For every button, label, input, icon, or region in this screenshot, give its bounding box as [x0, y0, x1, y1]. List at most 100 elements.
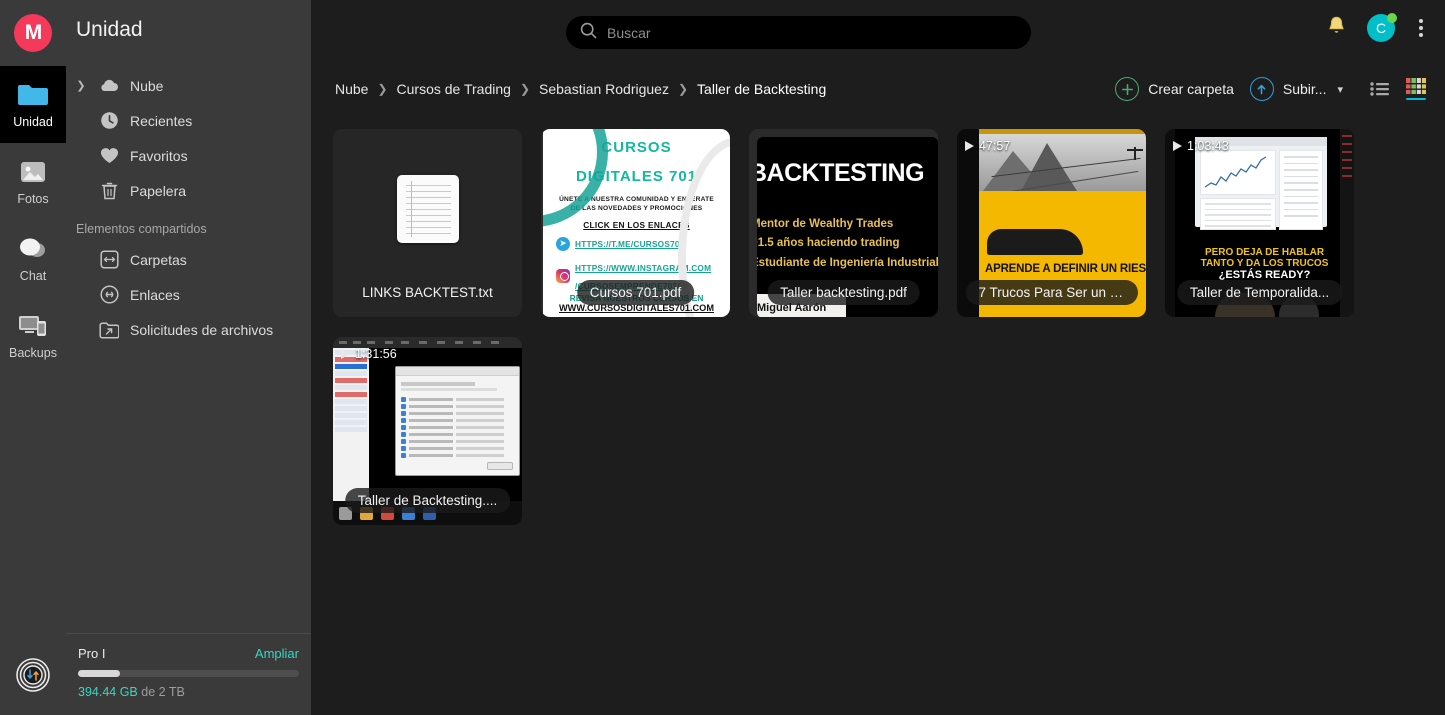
mega-drive-window: M Unidad Fotos [0, 0, 1445, 715]
sidebar-section-label: Elementos compartidos [66, 208, 311, 242]
grid-view-active-indicator [1406, 98, 1426, 100]
mega-logo[interactable]: M [14, 14, 52, 52]
chat-icon [16, 234, 50, 264]
file-card-txt[interactable]: LINKS BACKTEST.txt [333, 129, 522, 317]
breadcrumb-item[interactable]: Sebastian Rodriguez [539, 81, 669, 97]
folder-icon [16, 80, 50, 110]
video-caption-1: PERO DEJA DE HABLAR TANTO Y DA LOS TRUCO… [1175, 247, 1354, 269]
search-icon [580, 22, 597, 44]
chart-sparkline [1203, 155, 1271, 191]
upload-circle-icon [1250, 77, 1274, 101]
top-right-actions: C [1326, 14, 1427, 42]
sidebar-nav: ❯ Nube ❯ Recientes ❯ Favoritos [66, 68, 311, 347]
bell-icon[interactable] [1326, 15, 1347, 42]
storage-widget: Pro I Ampliar 394.44 GB de 2 TB [66, 633, 311, 715]
telegram-icon: ➤ [556, 237, 570, 251]
rail-item-unidad[interactable]: Unidad [0, 66, 66, 143]
play-icon [341, 349, 350, 359]
rail-item-label: Fotos [17, 192, 48, 206]
file-name: Taller de Temporalida... [1177, 280, 1342, 305]
breadcrumb-item[interactable]: Nube [335, 81, 368, 97]
avatar[interactable]: C [1367, 14, 1395, 42]
video-caption-1a: PERO DEJA DE HABLAR [1205, 247, 1324, 258]
plan-name: Pro I [78, 646, 105, 661]
search-bar[interactable] [566, 16, 1031, 49]
app-icon-rail: M Unidad Fotos [0, 0, 66, 715]
chevron-right-icon[interactable]: ❯ [74, 79, 88, 92]
upgrade-link[interactable]: Ampliar [255, 646, 299, 661]
pdf-bullet-3: Estudiante de Ingeniería Industrial [757, 255, 938, 272]
video-duration-badge: 1:03:43 [1173, 139, 1229, 153]
sidebar-item-enlaces[interactable]: ❯ Enlaces [66, 277, 311, 312]
play-icon [1173, 141, 1182, 151]
sidebar-item-label: Favoritos [130, 148, 188, 164]
sidebar-item-solicitudes[interactable]: ❯ Solicitudes de archivos [66, 312, 311, 347]
file-card-video-temporalidades[interactable]: PERO DEJA DE HABLAR TANTO Y DA LOS TRUCO… [1165, 129, 1354, 317]
create-folder-label: Crear carpeta [1148, 81, 1234, 97]
shared-folders-icon [98, 249, 120, 271]
chevron-down-icon[interactable]: ▾ [1337, 83, 1343, 96]
sidebar-item-recientes[interactable]: ❯ Recientes [66, 103, 311, 138]
heart-icon [98, 145, 120, 167]
file-grid: LINKS BACKTEST.txt CURSOS DIGITALES 701 … [311, 113, 1445, 715]
dialog-window [395, 366, 520, 476]
file-card-video-trucos[interactable]: APRENDE A DEFINIR UN RIESGO 47:57 7 Truc… [957, 129, 1146, 317]
sidebar-item-favoritos[interactable]: ❯ Favoritos [66, 138, 311, 173]
top-bar: C [311, 0, 1445, 65]
sidebar-item-label: Carpetas [130, 252, 187, 268]
file-name: Taller de Backtesting.... [345, 488, 511, 513]
cloud-icon [98, 75, 120, 97]
storage-progress-bar [78, 670, 299, 677]
sidebar-item-label: Nube [130, 78, 163, 94]
file-card-pdf-taller[interactable]: BACKTESTING Mentor de Wealthy Trades +1.… [749, 129, 938, 317]
transfers-icon [16, 658, 50, 697]
main-area: C Nube ❯ Cursos de Trading ❯ Sebastian R… [311, 0, 1445, 715]
search-input[interactable] [607, 25, 1017, 41]
video-caption: APRENDE A DEFINIR UN RIESGO [985, 263, 1146, 275]
plus-circle-icon [1115, 77, 1139, 101]
list-view-icon[interactable] [1369, 76, 1391, 102]
create-folder-button[interactable]: Crear carpeta [1115, 77, 1234, 101]
file-name: LINKS BACKTEST.txt [349, 280, 506, 305]
rail-item-label: Chat [20, 269, 46, 283]
status-dot [1387, 13, 1397, 23]
storage-of-label: de [141, 685, 155, 699]
grid-view-icon[interactable] [1405, 76, 1427, 102]
breadcrumb-item-current[interactable]: Taller de Backtesting [697, 81, 826, 97]
duration-text: 1:03:43 [1187, 139, 1229, 153]
rail-item-label: Backups [9, 346, 57, 360]
breadcrumb-item[interactable]: Cursos de Trading [397, 81, 511, 97]
pdf-bullet-2: +1.5 años haciendo trading [757, 235, 938, 252]
file-card-pdf-cursos[interactable]: CURSOS DIGITALES 701 ÚNETE A NUESTRA COM… [541, 129, 730, 317]
sidebar-item-carpetas[interactable]: ❯ Carpetas [66, 242, 311, 277]
text-document-icon [397, 175, 459, 243]
backups-icon [16, 311, 50, 341]
breadcrumb: Nube ❯ Cursos de Trading ❯ Sebastian Rod… [335, 81, 826, 97]
duration-text: 47:57 [979, 139, 1010, 153]
storage-quota-text: 394.44 GB de 2 TB [78, 685, 299, 699]
rail-item-backups[interactable]: Backups [0, 297, 66, 374]
doc-lines [406, 185, 451, 239]
upload-button[interactable]: Subir... ▾ [1250, 77, 1343, 101]
transfers-button[interactable] [0, 658, 66, 697]
rail-item-fotos[interactable]: Fotos [0, 143, 66, 220]
storage-progress-fill [78, 670, 120, 677]
breadcrumb-separator-icon: ❯ [520, 82, 530, 96]
breadcrumb-separator-icon: ❯ [377, 82, 387, 96]
breadcrumb-separator-icon: ❯ [678, 82, 688, 96]
upload-label: Subir... [1283, 81, 1327, 97]
video-duration-badge: 47:57 [965, 139, 1010, 153]
sidebar-item-nube[interactable]: ❯ Nube [66, 68, 311, 103]
file-request-icon [98, 319, 120, 341]
sidebar-item-papelera[interactable]: ❯ Papelera [66, 173, 311, 208]
sidebar-item-label: Enlaces [130, 287, 180, 303]
file-name: Taller backtesting.pdf [767, 280, 920, 305]
pdf-link-telegram: HTTPS://T.ME/CURSOS701 [575, 239, 685, 249]
file-card-video-backtesting[interactable]: 1:31:56 Taller de Backtesting.... [333, 337, 522, 525]
trash-icon [98, 180, 120, 202]
rail-item-chat[interactable]: Chat [0, 220, 66, 297]
sidebar: Unidad ❯ Nube ❯ Recientes ❯ [66, 0, 311, 715]
action-buttons: Crear carpeta Subir... ▾ [1115, 76, 1427, 102]
sidebar-item-label: Recientes [130, 113, 192, 129]
kebab-menu-icon[interactable] [1415, 15, 1427, 41]
